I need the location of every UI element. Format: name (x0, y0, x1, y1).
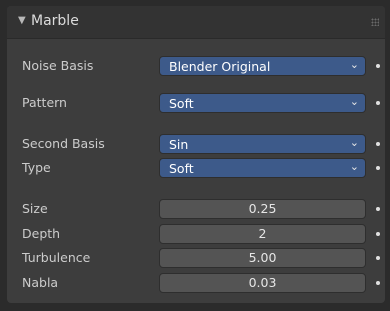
type-dropdown[interactable]: Soft ⌄ (159, 158, 366, 178)
chevron-down-icon: ⌄ (349, 58, 359, 71)
panel-header[interactable]: ▼ Marble (7, 6, 385, 39)
chevron-down-icon: ⌄ (349, 95, 359, 108)
type-label: Type (22, 160, 51, 175)
size-field[interactable]: 0.25 (159, 199, 366, 219)
nabla-field[interactable]: 0.03 (159, 273, 366, 293)
pattern-label: Pattern (22, 95, 67, 110)
depth-field[interactable]: 2 (159, 224, 366, 244)
noise-basis-value: Blender Original (169, 59, 271, 74)
turbulence-label: Turbulence (22, 250, 91, 265)
keyframe-dot-icon[interactable] (376, 142, 380, 146)
marble-panel: ▼ Marble Noise Basis Blender Original ⌄ … (7, 6, 385, 303)
chevron-down-icon: ⌄ (349, 160, 359, 173)
pattern-value: Soft (169, 96, 194, 111)
second-basis-dropdown[interactable]: Sin ⌄ (159, 134, 366, 154)
keyframe-dot-icon[interactable] (376, 207, 380, 211)
second-basis-value: Sin (169, 137, 189, 152)
chevron-down-icon: ⌄ (349, 136, 359, 149)
collapse-triangle-icon[interactable]: ▼ (18, 15, 26, 26)
drag-grip-icon[interactable] (371, 18, 379, 26)
second-basis-label: Second Basis (22, 136, 105, 151)
depth-label: Depth (22, 226, 61, 241)
size-label: Size (22, 201, 48, 216)
panel-title: Marble (31, 13, 79, 29)
keyframe-dot-icon[interactable] (376, 166, 380, 170)
nabla-label: Nabla (22, 275, 59, 290)
type-value: Soft (169, 161, 194, 176)
noise-basis-dropdown[interactable]: Blender Original ⌄ (159, 56, 366, 76)
pattern-dropdown[interactable]: Soft ⌄ (159, 93, 366, 113)
keyframe-dot-icon[interactable] (376, 101, 380, 105)
keyframe-dot-icon[interactable] (376, 281, 380, 285)
keyframe-dot-icon[interactable] (376, 64, 380, 68)
noise-basis-label: Noise Basis (22, 58, 94, 73)
keyframe-dot-icon[interactable] (376, 232, 380, 236)
turbulence-field[interactable]: 5.00 (159, 248, 366, 268)
keyframe-dot-icon[interactable] (376, 256, 380, 260)
